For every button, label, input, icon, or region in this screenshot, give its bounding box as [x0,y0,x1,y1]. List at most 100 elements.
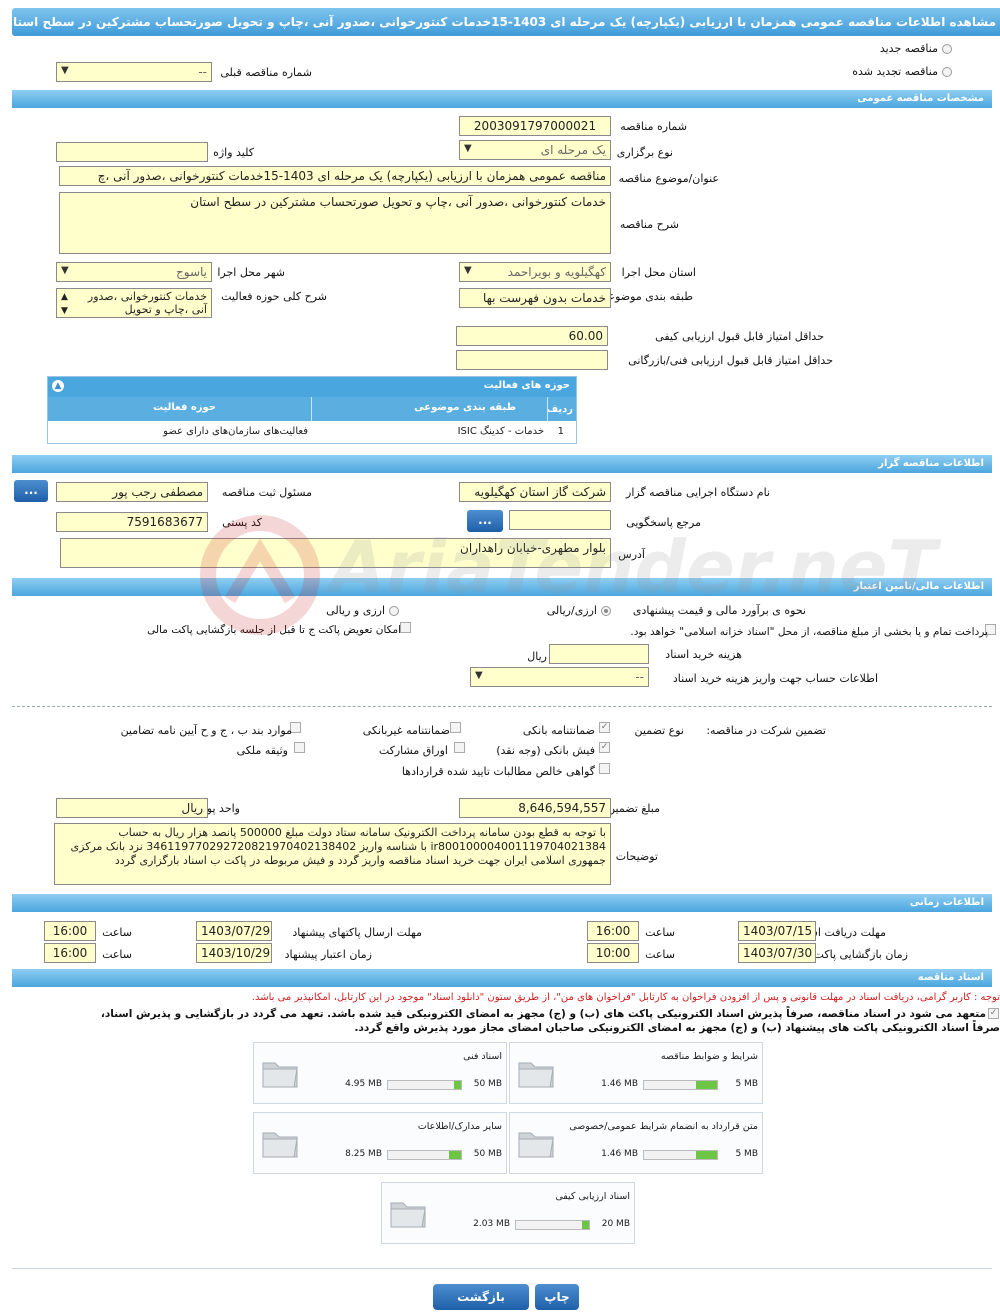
receive-date-field[interactable]: 1403/07/15 [738,921,816,941]
validity-time-label: ساعت [102,948,132,961]
document-size-fill [695,1151,717,1159]
description-field[interactable]: خدمات کنتورخوانی ،صدور آنی ،چاپ و تحویل … [59,192,611,254]
fx-and-rial-label: ارزی و ریالی [326,604,385,617]
prev-tender-select[interactable]: -- ▼ [56,62,212,82]
min-quality-field[interactable]: 60.00 [456,326,608,346]
bank-receipt-label: فیش بانکی (وجه نقد) [496,744,595,757]
receive-time-field[interactable]: 16:00 [587,921,639,941]
chevron-down-icon: ▼ [61,65,69,76]
ref-field[interactable] [509,510,611,530]
activity-field[interactable]: خدمات کنتورخوانی ،صدور آنی ،چاپ و تحویل … [56,288,212,318]
submit-time-field[interactable]: 16:00 [44,921,96,941]
tender-no-field[interactable]: 2003091797000021 [459,116,611,136]
submit-label: مهلت ارسال پاکتهای پیشنهاد [292,926,422,939]
open-time-label: ساعت [645,948,675,961]
scroll-down-icon[interactable]: ▼ [61,305,68,317]
document-card[interactable]: متن قرارداد به انضمام شرایط عمومی/خصوصی 5… [509,1112,763,1174]
document-size-bar [643,1150,718,1160]
ref-lookup-button[interactable]: ... [467,510,503,532]
org-field[interactable]: شرکت گاز استان کهگیلویه [459,482,611,502]
validity-label: زمان اعتبار پیشنهاد [284,948,372,961]
document-card[interactable]: اسناد فنی 50 MB 4.95 MB [253,1042,507,1104]
renewed-tender-radio[interactable] [942,67,952,77]
collapse-icon[interactable]: ▲ [52,380,64,392]
notes-line: جمهوری اسلامی ایران جهت خرید اسناد مناقص… [114,854,606,867]
commit-checkbox[interactable]: ✓ [988,1008,999,1019]
document-max-size: 50 MB [473,1079,502,1089]
doc-cost-label: هزینه خرید اسناد [665,648,742,661]
document-size-bar [515,1220,590,1230]
rial-fx-label: ارزی/ریالی [546,604,597,617]
folder-icon [262,1132,298,1158]
nonbank-guarantee-checkbox[interactable] [450,722,461,733]
document-size-fill [695,1081,717,1089]
section-timing-header: اطلاعات زمانی [12,894,992,912]
registrar-lookup-button[interactable]: ... [14,480,48,502]
validity-date-field[interactable]: 1403/10/29 [196,943,272,963]
bank-guarantee-checkbox[interactable]: ✓ [599,722,610,733]
open-label: زمان بازگشایی پاکت ها [800,948,908,961]
document-card[interactable]: سایر مدارک/اطلاعات 50 MB 8.25 MB [253,1112,507,1174]
document-size-bar [387,1080,462,1090]
validity-time-field[interactable]: 16:00 [44,943,96,963]
min-tech-field[interactable] [456,350,608,370]
footer-divider [12,1268,992,1269]
scroll-up-icon[interactable]: ▲ [61,291,68,304]
city-select[interactable]: یاسوج ▼ [56,262,212,282]
commit-text-line2: صرفاً اسناد الکترونیکی پاکت های پیشنهاد … [354,1022,1000,1034]
tender-no-label: شماره مناقصه [620,120,687,133]
amount-field[interactable]: 8,646,594,557 [459,798,611,818]
cell-row-no: 1 [557,426,564,437]
chevron-down-icon: ▼ [464,143,472,154]
print-button[interactable]: چاپ [535,1284,579,1310]
document-used-size: 1.46 MB [601,1079,638,1089]
description-label: شرح مناقصه [619,218,679,231]
col-category: طبقه بندی موضوعی [414,402,516,413]
registrar-field[interactable]: مصطفی رجب پور [56,482,208,502]
submit-date-field[interactable]: 1403/07/29 [196,921,272,941]
document-card[interactable]: شرایط و ضوابط مناقصه 5 MB 1.46 MB [509,1042,763,1104]
doc-cost-field[interactable] [549,644,649,664]
col-row-no: ردیف [546,404,573,415]
currency-field[interactable]: ریال [56,798,208,818]
province-select[interactable]: کهگیلویه و بویراحمد ▼ [459,262,611,282]
bank-receipt-checkbox[interactable]: ✓ [599,742,610,753]
claims-checkbox[interactable] [599,763,610,774]
category-field[interactable]: خدمات بدون فهرست بها [459,288,611,308]
chevron-down-icon: ▼ [464,265,472,276]
property-label: وثیقه ملکی [236,744,288,757]
prev-tender-label: شماره مناقصه قبلی [220,66,312,79]
bonds-checkbox[interactable] [454,742,465,753]
property-checkbox[interactable] [294,742,305,753]
watermark-logo-icon [200,515,320,635]
type-select[interactable]: یک مرحله ای ▼ [459,140,611,160]
document-used-size: 1.46 MB [601,1149,638,1159]
document-name: سایر مدارک/اطلاعات [417,1121,502,1132]
document-size-fill [448,1151,461,1159]
document-used-size: 8.25 MB [345,1149,382,1159]
document-max-size: 5 MB [735,1079,758,1089]
amount-label: مبلغ تضمین [607,802,660,815]
activity-value: خدمات کنتورخوانی ،صدور آنی ،چاپ و تحویل [87,290,207,316]
participation-label: تضمین شرکت در مناقصه: [706,724,826,737]
min-tech-label: حداقل امتیاز قابل قبول ارزیابی فنی/بازرگ… [628,354,833,367]
open-time-field[interactable]: 10:00 [587,943,639,963]
back-button[interactable]: بازگشت [433,1284,529,1310]
document-card[interactable]: اسناد ارزیابی کیفی 20 MB 2.03 MB [381,1182,635,1244]
new-tender-radio[interactable] [942,44,952,54]
notes-field[interactable]: با توجه به قطع بودن سامانه پرداخت الکترو… [54,823,611,885]
category-label: طبقه بندی موضوعی [599,290,693,303]
address-field[interactable]: بلوار مطهری-خیابان راهداران [60,538,611,568]
postal-field[interactable]: 7591683677 [56,512,208,532]
swap-checkbox[interactable] [400,622,411,633]
chevron-down-icon: ▼ [61,265,69,276]
subject-field[interactable]: مناقصه عمومی همزمان با ارزیابی (یکپارچه)… [59,166,611,186]
subject-label: عنوان/موضوع مناقصه [618,172,719,185]
account-select[interactable]: -- ▼ [470,667,649,687]
fx-and-rial-radio[interactable] [389,606,399,616]
address-label: آدرس [618,548,645,561]
open-date-field[interactable]: 1403/07/30 [738,943,816,963]
rial-fx-radio[interactable] [601,606,611,616]
keyword-field[interactable] [56,142,208,162]
document-size-bar [643,1080,718,1090]
